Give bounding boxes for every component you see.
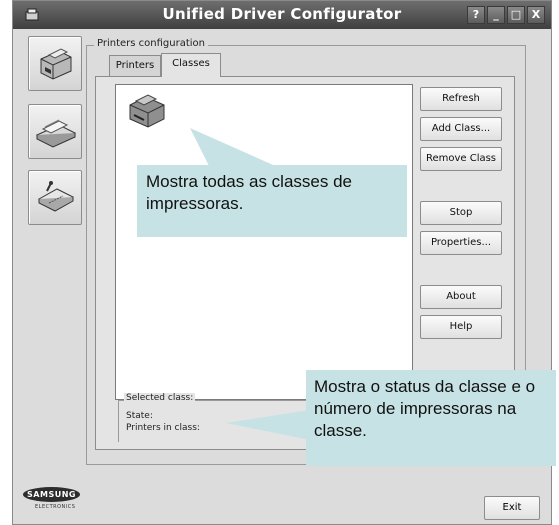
class-printer-icon[interactable] bbox=[124, 87, 174, 133]
callout-classes-pointer bbox=[190, 128, 280, 168]
about-button[interactable]: About bbox=[420, 285, 502, 309]
sidebar-item-printers[interactable] bbox=[28, 36, 82, 91]
help-title-button[interactable]: ? bbox=[467, 6, 485, 24]
remove-class-button[interactable]: Remove Class bbox=[420, 147, 502, 171]
selected-class-label: Selected class: bbox=[124, 393, 196, 403]
printer-icon bbox=[40, 48, 72, 80]
callout-classes: Mostra todas as classes de impressoras. bbox=[137, 165, 407, 237]
properties-button[interactable]: Properties... bbox=[420, 231, 502, 255]
sidebar-item-ports[interactable] bbox=[28, 170, 82, 225]
samsung-logo: SAMSUNG bbox=[23, 487, 80, 502]
refresh-button[interactable]: Refresh bbox=[420, 87, 502, 111]
window-controls: ? _ □ X bbox=[467, 6, 545, 24]
port-icon bbox=[37, 181, 75, 212]
tab-classes[interactable]: Classes bbox=[161, 53, 221, 77]
printers-in-class-label: Printers in class: bbox=[126, 423, 200, 433]
group-label: Printers configuration bbox=[94, 38, 208, 49]
title-bar[interactable]: Unified Driver Configurator ? _ □ X bbox=[13, 1, 551, 29]
sidebar-item-scanners[interactable] bbox=[28, 104, 82, 159]
scanner-icon bbox=[35, 119, 77, 148]
tab-printers[interactable]: Printers bbox=[109, 55, 161, 77]
samsung-logo-subtitle: ELECTRONICS bbox=[35, 504, 76, 510]
exit-button[interactable]: Exit bbox=[484, 496, 540, 520]
add-class-button[interactable]: Add Class... bbox=[420, 117, 502, 141]
stop-button[interactable]: Stop bbox=[420, 201, 502, 225]
close-button[interactable]: X bbox=[527, 6, 545, 24]
callout-status: Mostra o status da classe e o número de … bbox=[306, 370, 556, 466]
help-button[interactable]: Help bbox=[420, 315, 502, 339]
minimize-button[interactable]: _ bbox=[487, 6, 505, 24]
callout-status-pointer bbox=[226, 410, 310, 440]
state-label: State: bbox=[126, 411, 153, 421]
maximize-button[interactable]: □ bbox=[507, 6, 525, 24]
